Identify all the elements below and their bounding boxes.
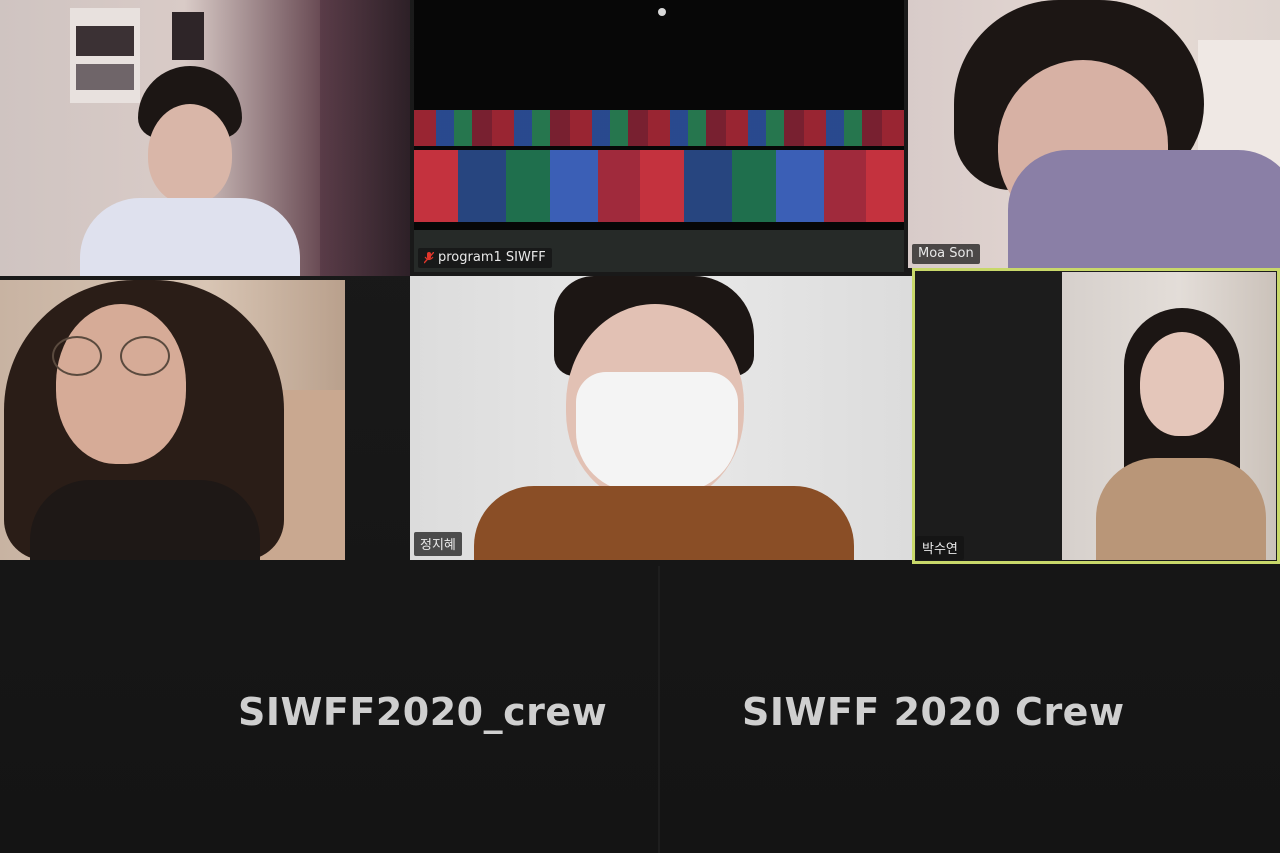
participant-video (0, 280, 290, 560)
participant-name: Moa Son (918, 246, 974, 261)
participant-tile-6[interactable]: 박수연 (912, 268, 1280, 564)
wall-frame (172, 12, 204, 60)
participant-name-tag: Moa Son (912, 244, 980, 264)
participant-display-name[interactable]: SIWFF2020_crew (238, 690, 607, 734)
participant-video (80, 66, 310, 276)
participant-name: 박수연 (922, 542, 958, 557)
participant-name: 정지혜 (420, 538, 456, 553)
participant-name: program1 SIWFF (438, 250, 546, 265)
face-mask (576, 372, 738, 492)
participant-name-tag: 정지혜 (414, 532, 462, 556)
mic-muted-icon (424, 251, 434, 264)
participant-tile-4[interactable] (0, 280, 345, 560)
participant-tile-3[interactable]: Moa Son (908, 0, 1280, 268)
participant-name-tag: 박수연 (916, 536, 964, 560)
participant-tile-2[interactable]: program1 SIWFF (414, 0, 904, 272)
participant-video (948, 0, 1280, 268)
curtain (320, 0, 410, 276)
participant-display-name[interactable]: SIWFF 2020 Crew (742, 690, 1125, 734)
participant-name-tag: program1 SIWFF (418, 248, 552, 268)
participant-video (1062, 272, 1276, 560)
meeting-gallery-view: program1 SIWFF Moa Son 정지혜 박수연 SIWFF2020… (0, 0, 1280, 853)
glasses (52, 336, 178, 376)
tile-divider (658, 566, 660, 853)
participant-tile-1[interactable] (0, 0, 410, 276)
participant-video (474, 276, 854, 560)
participant-tile-5[interactable]: 정지혜 (410, 276, 912, 560)
ceiling-light (658, 8, 666, 16)
cinema-seats (414, 110, 904, 228)
